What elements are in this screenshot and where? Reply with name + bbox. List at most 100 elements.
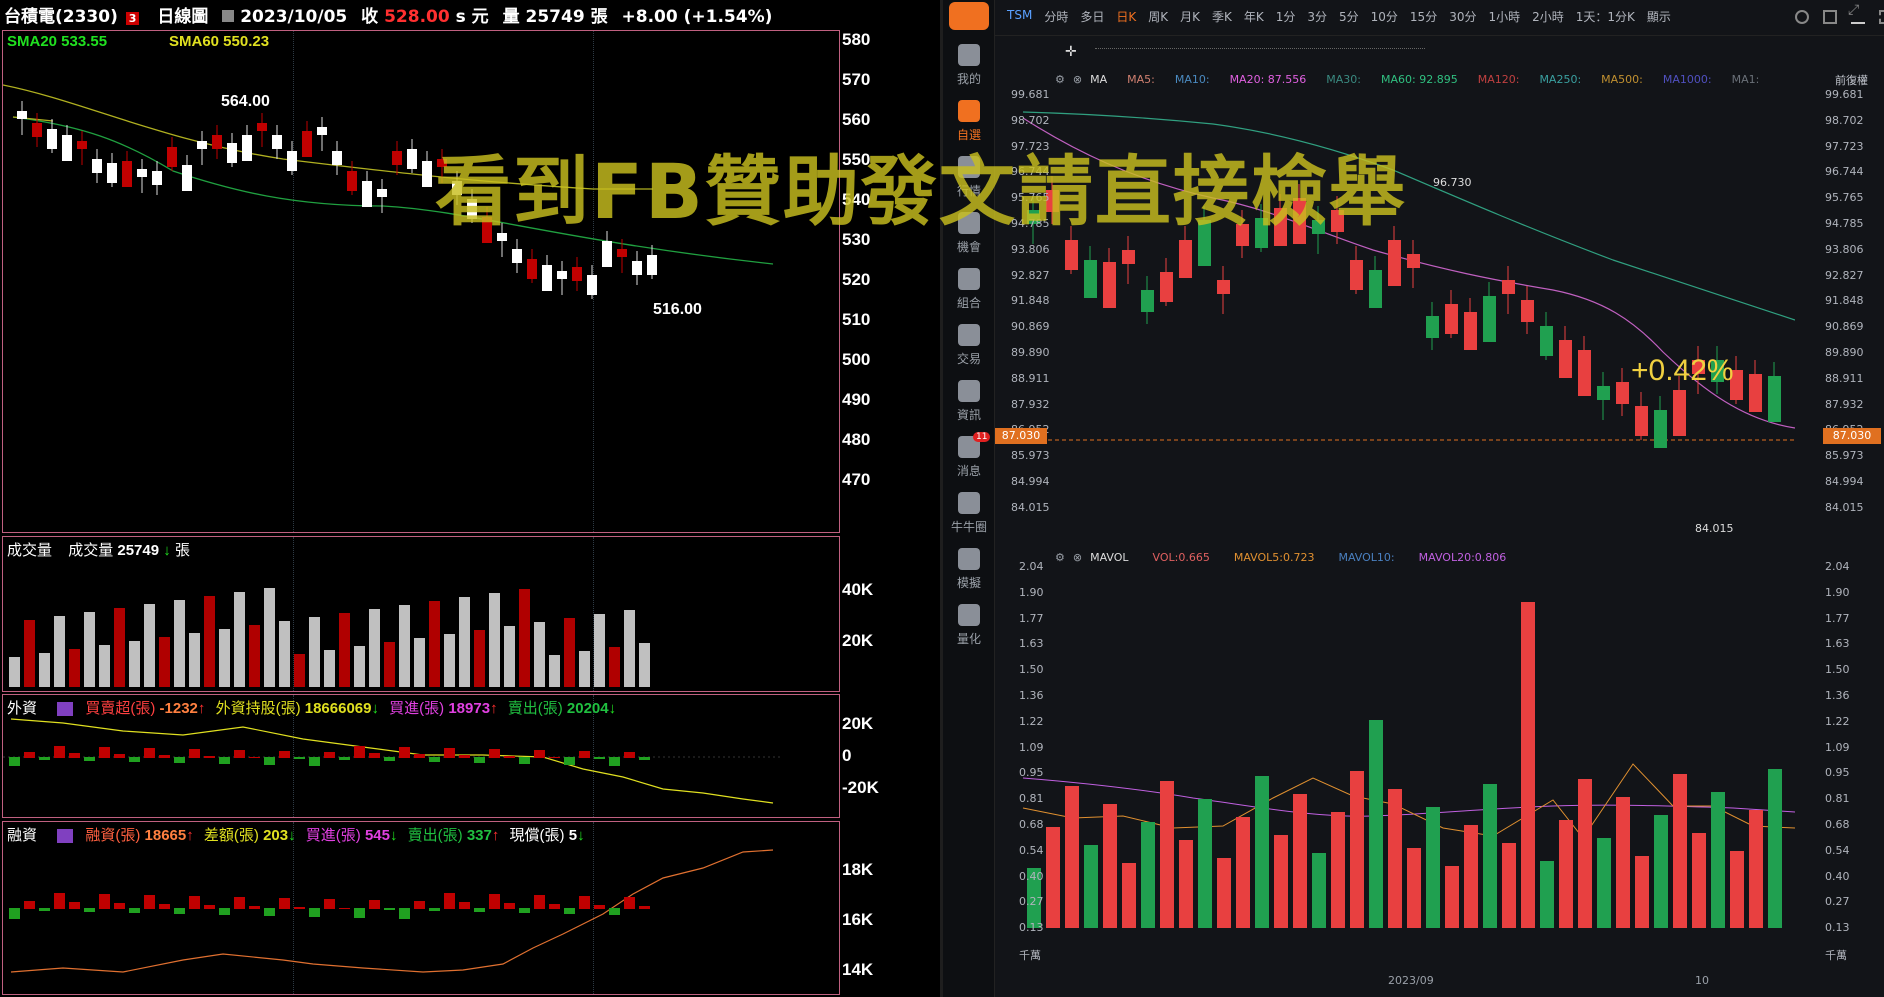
timeframe-tab[interactable]: 30分 xyxy=(1449,8,1476,28)
foreign-bar xyxy=(294,757,305,759)
list-icon[interactable] xyxy=(57,702,74,717)
foreign-bar xyxy=(474,757,485,763)
sidebar-item[interactable]: 量化 xyxy=(943,604,995,647)
foreign-bar xyxy=(234,750,245,758)
price-axis-tick: 570 xyxy=(842,70,871,89)
vol-unit: 張 xyxy=(590,7,608,27)
volume-pane: 成交量 成交量 25749 ↓ 張 xyxy=(2,536,840,692)
candle-body xyxy=(617,249,627,257)
foreign-bar xyxy=(549,757,560,758)
crosshair-icon[interactable]: ✛ xyxy=(1065,44,1077,60)
margin-bar xyxy=(309,908,320,917)
camera-icon[interactable] xyxy=(1823,10,1837,24)
volume-bar xyxy=(204,596,215,687)
timeframe-tab[interactable]: 2小時 xyxy=(1532,8,1564,28)
foreign-bar xyxy=(144,748,155,758)
volume-bar xyxy=(504,626,515,687)
timeframe-tab[interactable]: 1小時 xyxy=(1488,8,1520,28)
drawing-tools-icon[interactable] xyxy=(1095,48,1425,60)
timeframe-tab[interactable]: 10分 xyxy=(1371,8,1398,28)
margin-bar xyxy=(84,908,95,912)
expand-icon[interactable]: ⤢ xyxy=(1848,2,1859,18)
candle-body xyxy=(152,171,162,185)
volume-bar xyxy=(414,638,425,687)
price-axis-tick: 95.765 xyxy=(1825,191,1864,205)
fullscreen-icon[interactable] xyxy=(1879,10,1884,24)
sidebar-item[interactable]: 模擬 xyxy=(943,548,995,591)
timeframe-tab[interactable]: 1分 xyxy=(1276,8,1296,28)
timeframe-tab[interactable]: 月K xyxy=(1180,8,1200,28)
volume-bar xyxy=(24,620,35,687)
mavol-name[interactable]: MAVOL xyxy=(1090,551,1128,564)
sidebar-item[interactable]: 交易 xyxy=(943,324,995,367)
gear-icon[interactable]: ⚙ xyxy=(1055,73,1065,86)
margin-bar xyxy=(24,901,35,909)
close-icon[interactable]: ⊗ xyxy=(1073,73,1082,86)
candle-body xyxy=(557,271,567,279)
sidebar-item[interactable]: 資訊 xyxy=(943,380,995,423)
timeframe-tab[interactable]: 分時 xyxy=(1044,8,1068,28)
dropdown-icon[interactable] xyxy=(222,10,235,22)
sidebar-item[interactable]: 消息 11 xyxy=(943,432,995,479)
volume-bar xyxy=(534,622,545,687)
candle-body xyxy=(1749,374,1762,412)
candle-body xyxy=(1654,410,1667,448)
margin-bal-label: 融資(張) xyxy=(85,827,141,844)
price-axis-tick: 93.806 xyxy=(1011,242,1050,256)
foreign-bar xyxy=(129,757,140,762)
timeframe-tab[interactable]: 1天：1分K xyxy=(1576,8,1635,28)
margin-buy-label: 買進(張) xyxy=(305,827,361,844)
x-label-oct: 10 xyxy=(1695,974,1709,987)
timeframe-tab[interactable]: 15分 xyxy=(1410,8,1437,28)
candle-body xyxy=(1065,240,1078,270)
volume-bar xyxy=(1103,804,1117,928)
volume-bar xyxy=(1084,845,1098,928)
volume-axis-tick: 1.77 xyxy=(1019,611,1044,625)
timeframe-tab[interactable]: 日K xyxy=(1116,8,1136,28)
volume-bar xyxy=(1217,858,1231,928)
price-axis-tick: 84.015 xyxy=(1825,500,1864,514)
hold-value: 18666069 xyxy=(304,700,372,717)
foreign-bar xyxy=(579,751,590,758)
sidebar-item[interactable]: 組合 xyxy=(943,268,995,311)
volume-axis-tick: 1.90 xyxy=(1825,585,1850,599)
timeframe-tab[interactable]: 年K xyxy=(1244,8,1264,28)
volume-bar xyxy=(489,593,500,687)
timeframe-tab[interactable]: 顯示 xyxy=(1647,8,1671,28)
list-icon[interactable] xyxy=(57,829,74,844)
ma-name[interactable]: MA xyxy=(1090,73,1107,86)
candle-body xyxy=(137,169,147,177)
volume-chart xyxy=(1013,568,1795,968)
volume-bar xyxy=(459,597,470,687)
news-icon xyxy=(958,380,980,402)
code-icon xyxy=(958,604,980,626)
stock-name[interactable]: 台積電(2330) xyxy=(4,7,118,27)
timeframe-tab[interactable]: 季K xyxy=(1212,8,1232,28)
volume-axis-tick: 1.22 xyxy=(1019,714,1044,728)
candle-body xyxy=(257,123,267,131)
timeframe-tab[interactable]: 3分 xyxy=(1307,8,1327,28)
candle-body xyxy=(122,161,132,187)
timeframe-tab[interactable]: 多日 xyxy=(1080,8,1104,28)
volume-unit: 張 xyxy=(174,542,190,559)
sidebar-item[interactable]: 我的 xyxy=(943,44,995,87)
settings-icon[interactable] xyxy=(1795,10,1809,24)
foreign-bar xyxy=(279,751,290,758)
close-icon[interactable]: ⊗ xyxy=(1073,551,1082,564)
gear-icon[interactable]: ⚙ xyxy=(1055,551,1065,564)
timeframe-tab[interactable]: TSM xyxy=(1007,8,1032,28)
timeframe-tab[interactable]: 周K xyxy=(1148,8,1168,28)
ma-item: MA30: xyxy=(1326,72,1361,86)
timeframe-tab[interactable]: 5分 xyxy=(1339,8,1359,28)
margin-pane: 融資 融資(張) 18665↑ 差額(張) 203↓ 買進(張) 545↓ 賣出… xyxy=(2,821,840,995)
volume-bar xyxy=(1388,789,1402,928)
volume-bar xyxy=(1616,797,1630,928)
adjust-mode[interactable]: 前復權 xyxy=(1835,72,1868,88)
volume-bar xyxy=(144,604,155,687)
sidebar-item[interactable]: 牛牛圈 xyxy=(943,492,995,535)
candle-body xyxy=(62,135,72,161)
chart-type[interactable]: 日線圖 xyxy=(157,7,208,27)
net-label: 買賣超(張) xyxy=(85,700,156,717)
margin-bar xyxy=(444,893,455,909)
volume-bar xyxy=(1122,863,1136,928)
